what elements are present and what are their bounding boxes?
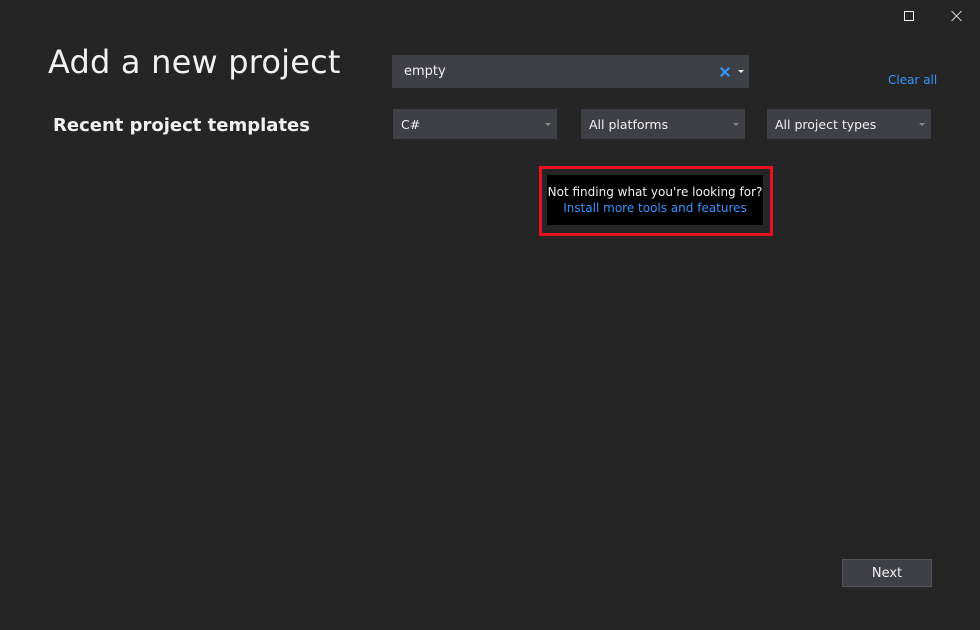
search-history-dropdown-icon[interactable] — [738, 70, 744, 73]
project-type-filter-value: All project types — [775, 116, 877, 132]
close-icon — [951, 10, 963, 22]
template-search-box — [392, 55, 749, 88]
chevron-down-icon — [545, 122, 551, 126]
platform-filter-dropdown[interactable]: All platforms — [581, 109, 745, 139]
install-more-tools-link[interactable]: Install more tools and features — [563, 200, 747, 216]
language-filter-value: C# — [401, 116, 421, 132]
next-button[interactable]: Next — [842, 559, 932, 587]
platform-filter-value: All platforms — [589, 116, 669, 132]
clear-search-icon[interactable] — [718, 65, 732, 79]
add-new-project-dialog: Add a new project Recent project templat… — [0, 0, 980, 630]
maximize-icon — [904, 11, 914, 21]
page-title: Add a new project — [48, 43, 341, 81]
chevron-down-icon — [919, 122, 925, 126]
template-search-input[interactable] — [392, 55, 718, 88]
no-results-hint-panel: Not finding what you're looking for? Ins… — [547, 175, 763, 225]
project-type-filter-dropdown[interactable]: All project types — [767, 109, 931, 139]
language-filter-dropdown[interactable]: C# — [393, 109, 557, 139]
chevron-down-icon — [733, 122, 739, 126]
no-results-hint-text: Not finding what you're looking for? — [547, 185, 763, 199]
recent-templates-heading: Recent project templates — [53, 115, 310, 136]
clear-all-filters-link[interactable]: Clear all — [888, 73, 937, 87]
maximize-button[interactable] — [886, 0, 932, 32]
close-window-button[interactable] — [934, 0, 980, 32]
